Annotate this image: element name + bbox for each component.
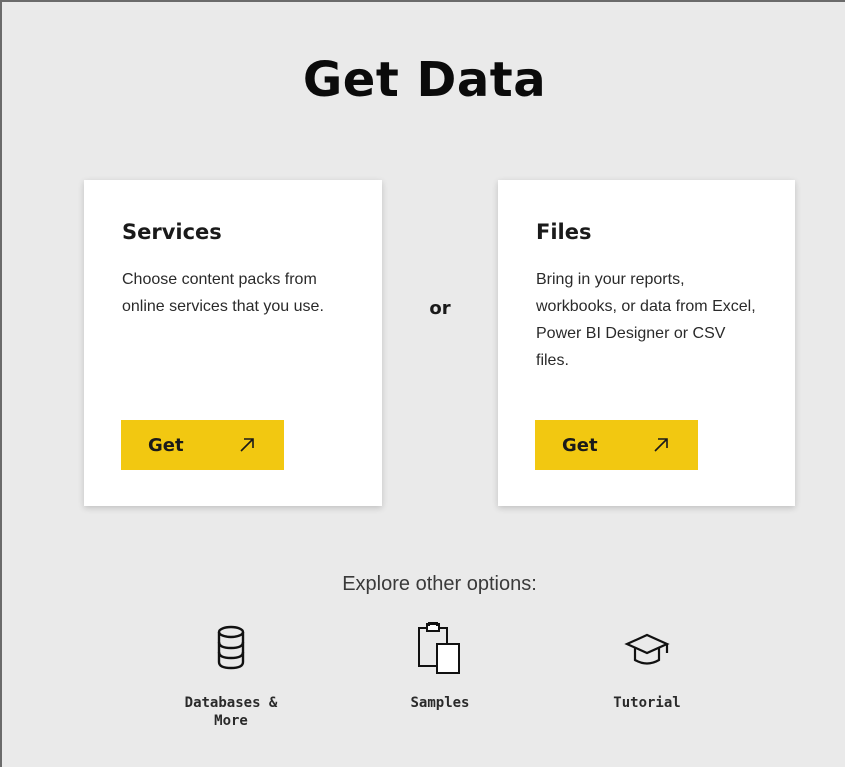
services-description: Choose content packs from online service… xyxy=(122,271,324,315)
page-title: Get Data xyxy=(302,52,547,108)
samples-option-label: Samples xyxy=(410,695,470,711)
arrow-up-right-icon xyxy=(240,438,254,452)
database-icon xyxy=(217,625,245,670)
samples-option[interactable]: Samples xyxy=(380,622,500,712)
get-data-panel: Get Data Services Choose content packs f… xyxy=(0,0,845,767)
tutorial-option-label: Tutorial xyxy=(613,695,681,711)
graduation-cap-icon xyxy=(624,633,670,665)
databases-option-label: Databases & More xyxy=(184,695,278,729)
explore-label: Explore other options: xyxy=(342,573,537,595)
services-get-label: Get xyxy=(148,435,184,456)
files-get-button[interactable]: Get xyxy=(535,420,698,470)
files-heading: Files xyxy=(536,220,592,244)
files-get-label: Get xyxy=(562,435,598,456)
tutorial-option[interactable]: Tutorial xyxy=(587,622,707,712)
services-get-button[interactable]: Get xyxy=(121,420,284,470)
files-card: Files Bring in your reports, workbooks, … xyxy=(498,180,795,506)
services-heading: Services xyxy=(122,220,222,244)
files-description: Bring in your reports, workbooks, or dat… xyxy=(536,271,756,369)
arrow-up-right-icon xyxy=(654,438,668,452)
services-card: Services Choose content packs from onlin… xyxy=(84,180,382,506)
databases-option[interactable]: Databases & More xyxy=(171,622,291,730)
clipboard-icon xyxy=(418,622,460,674)
or-separator: or xyxy=(429,298,451,319)
